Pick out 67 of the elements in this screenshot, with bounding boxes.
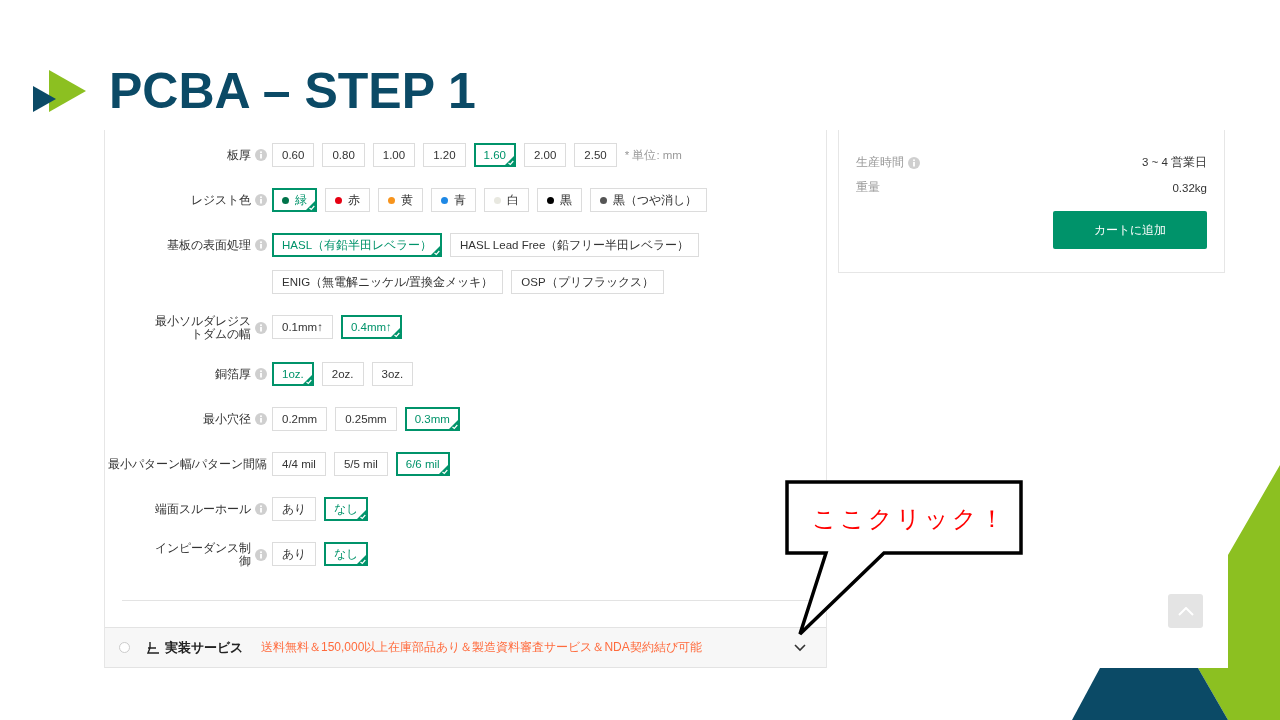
option-chip[interactable]: 4/4 mil: [272, 452, 326, 476]
check-corner-icon: [305, 200, 316, 211]
option-chip[interactable]: なし: [324, 497, 368, 521]
summary-label: 生産時間: [856, 155, 904, 170]
chevron-down-icon[interactable]: [794, 643, 806, 652]
slide-title: PCBA – STEP 1: [109, 62, 476, 120]
check-corner-icon: [356, 509, 367, 520]
option-chip[interactable]: あり: [272, 497, 316, 521]
summary-value: 3 ~ 4 営業日: [1141, 155, 1207, 170]
option-chip[interactable]: 黒（つや消し）: [590, 188, 707, 212]
option-chip[interactable]: 白: [484, 188, 529, 212]
check-corner-icon: [356, 554, 367, 565]
check-corner-icon: [301, 374, 313, 385]
option-chip[interactable]: 0.1mm↑: [272, 315, 333, 339]
option-chip[interactable]: 青: [431, 188, 476, 212]
option-chip[interactable]: 緑: [272, 188, 317, 212]
option-chip[interactable]: ENIG（無電解ニッケル/置換金メッキ）: [272, 270, 504, 294]
field-label: 銅箔厚: [215, 367, 251, 381]
option-chip[interactable]: 2.50: [574, 143, 617, 167]
option-chip[interactable]: 0.2mm: [272, 407, 328, 431]
add-to-cart-button[interactable]: カートに追加: [1053, 211, 1207, 249]
option-chip[interactable]: 1oz.: [272, 362, 314, 386]
callout-text: ここクリック！: [812, 504, 1007, 534]
check-corner-icon: [389, 327, 401, 338]
promo-text: 送料無料＆150,000以上在庫部品あり＆製造資料審査サービス＆NDA契約結び可能: [261, 639, 703, 656]
field-label: 端面スルーホール: [155, 502, 251, 516]
option-chip[interactable]: なし: [324, 542, 368, 566]
option-chip[interactable]: 5/5 mil: [333, 452, 388, 476]
back-to-top-button[interactable]: [1168, 594, 1203, 628]
option-chip[interactable]: 0.3mm: [404, 407, 460, 431]
field-label: 板厚: [227, 148, 251, 162]
option-chip[interactable]: 0.60: [272, 143, 315, 167]
check-corner-icon: [437, 464, 449, 475]
field-label: インピーダンス制御: [154, 542, 251, 568]
option-chip[interactable]: 0.25mm: [335, 407, 397, 431]
option-chip[interactable]: 1.20: [423, 143, 466, 167]
option-chip[interactable]: 黒: [537, 188, 582, 212]
check-corner-icon: [447, 419, 459, 430]
arrow-logo-icon: [33, 69, 87, 113]
field-label: 最小パターン幅/パターン間隔: [107, 457, 267, 471]
service-section-bar[interactable]: 実装サービス 送料無料＆150,000以上在庫部品あり＆製造資料審査サービス＆NDA契約結び可能: [105, 627, 826, 668]
field-label: レジスト色: [191, 193, 251, 207]
option-chip[interactable]: 0.4mm↑: [340, 315, 402, 339]
option-chip[interactable]: あり: [272, 542, 316, 566]
field-label: 基板の表面処理: [167, 238, 251, 252]
option-chip[interactable]: OSP（プリフラックス）: [511, 270, 664, 294]
summary-label: 重量: [856, 180, 880, 195]
option-chip[interactable]: 1.60: [473, 143, 516, 167]
option-chip[interactable]: HASL Lead Free（鉛フリー半田レベラー）: [450, 233, 700, 257]
option-chip[interactable]: 2.00: [523, 143, 567, 167]
option-chip[interactable]: 1.00: [372, 143, 416, 167]
option-chip[interactable]: 0.80: [322, 143, 365, 167]
option-chip[interactable]: 3oz.: [371, 362, 414, 386]
option-chip[interactable]: 6/6 mil: [395, 452, 450, 476]
field-label: 最小穴径: [203, 412, 251, 426]
summary-value: 0.32kg: [1172, 181, 1207, 194]
check-corner-icon: [430, 245, 442, 256]
solder-iron-icon: [147, 641, 160, 654]
field-label: 最小ソルダレジストダムの幅: [154, 315, 251, 341]
option-chip[interactable]: 赤: [325, 188, 370, 212]
section-title: 実装サービス: [165, 638, 243, 657]
chevron-up-icon: [1177, 606, 1194, 616]
option-chip[interactable]: 黄: [378, 188, 423, 212]
option-chip[interactable]: 2oz.: [321, 362, 364, 386]
unit-note: * 単位: mm: [624, 147, 682, 163]
radio-button[interactable]: [119, 642, 130, 653]
option-chip[interactable]: HASL（有鉛半田レベラー）: [272, 233, 443, 257]
